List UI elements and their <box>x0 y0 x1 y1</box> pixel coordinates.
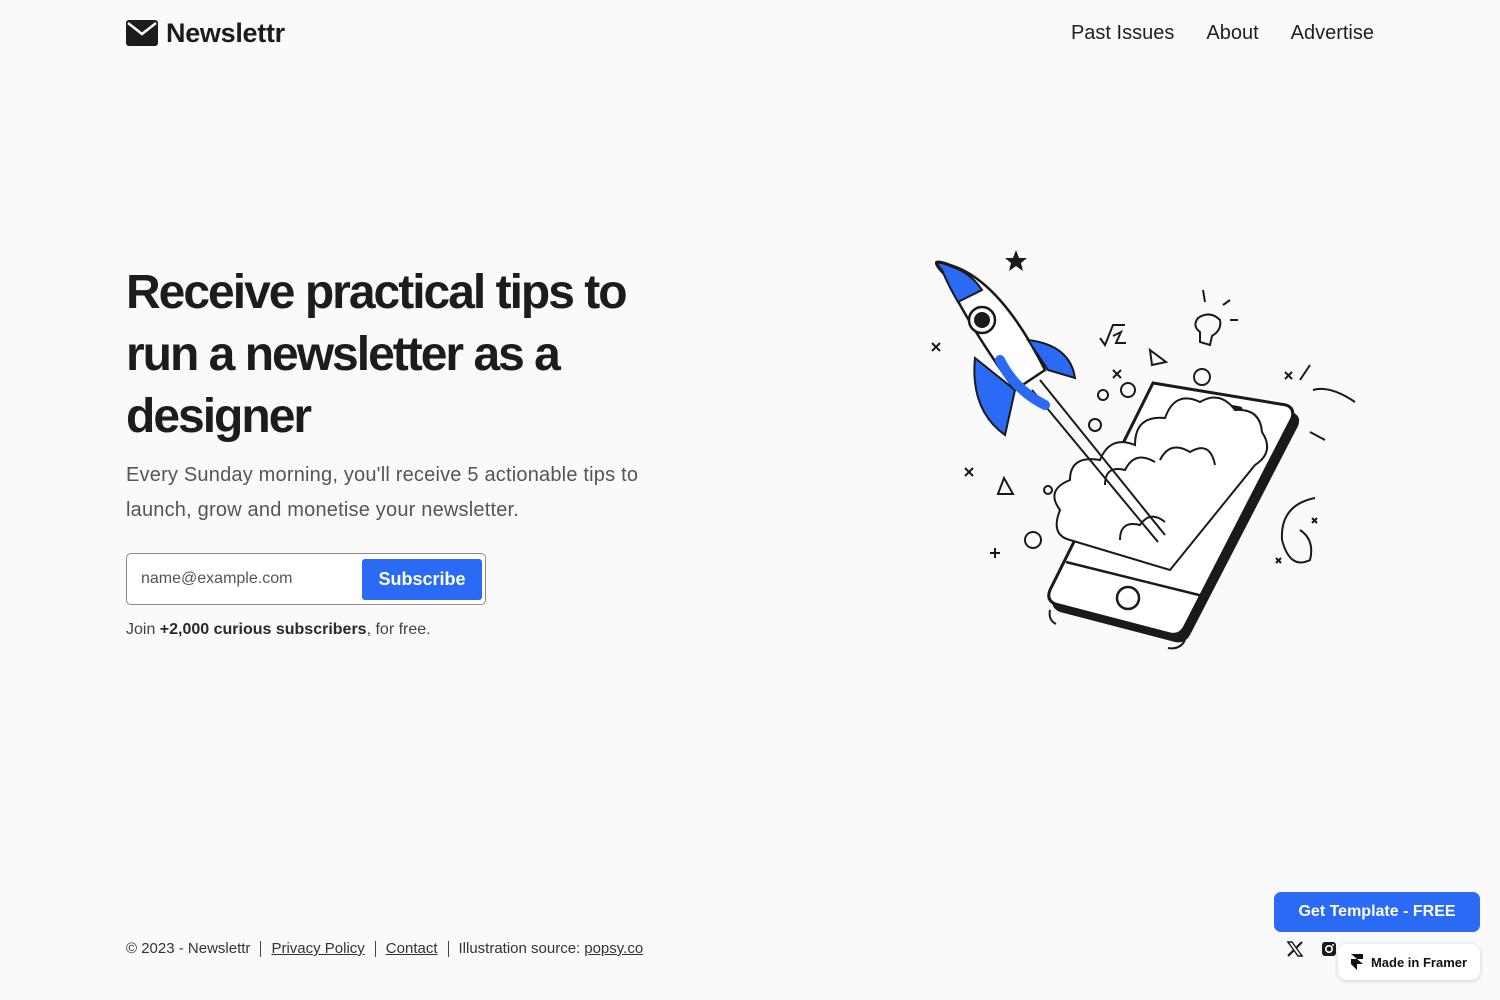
subscribe-form: Subscribe <box>126 553 486 605</box>
join-text: Join +2,000 curious subscribers, for fre… <box>126 621 726 639</box>
join-prefix: Join <box>126 621 160 638</box>
join-suffix: , for free. <box>366 621 431 638</box>
get-template-button[interactable]: Get Template - FREE <box>1274 892 1480 932</box>
main-nav: Past Issues About Advertise <box>1071 22 1374 45</box>
site-header: Newslettr Past Issues About Advertise <box>126 14 1374 52</box>
rocket-phone-illustration <box>931 250 1356 650</box>
made-in-framer-label: Made in Framer <box>1370 954 1468 970</box>
made-in-framer-badge[interactable]: Made in Framer <box>1338 944 1480 980</box>
footer-divider <box>260 940 262 957</box>
instagram-icon[interactable] <box>1320 940 1338 958</box>
privacy-policy-link[interactable]: Privacy Policy <box>271 940 364 957</box>
illustration-source-link[interactable]: popsy.co <box>584 940 643 957</box>
subscriber-count: +2,000 curious subscribers <box>159 621 367 638</box>
social-links <box>1286 940 1338 958</box>
site-footer: © 2023 - Newslettr Privacy Policy Contac… <box>126 940 643 957</box>
hero-section: Receive practical tips to run a newslett… <box>126 262 726 639</box>
footer-divider <box>447 940 449 957</box>
framer-icon <box>1350 954 1363 970</box>
subscribe-button[interactable]: Subscribe <box>362 558 482 600</box>
hero-subtitle: Every Sunday morning, you'll receive 5 a… <box>126 464 639 521</box>
envelope-icon <box>126 20 158 46</box>
logo-text: Newslettr <box>166 17 285 48</box>
nav-advertise[interactable]: Advertise <box>1291 22 1374 45</box>
copyright-text: © 2023 - Newslettr <box>126 940 251 957</box>
nav-past-issues[interactable]: Past Issues <box>1071 22 1174 45</box>
rocket-drawing <box>935 260 1077 437</box>
illustration-source-label: Illustration source: <box>458 940 581 957</box>
email-input[interactable] <box>141 570 362 588</box>
hero-title: Receive practical tips to run a newslett… <box>126 266 628 443</box>
footer-divider <box>374 940 376 957</box>
x-icon[interactable] <box>1286 940 1304 958</box>
contact-link[interactable]: Contact <box>386 940 438 957</box>
logo[interactable]: Newslettr <box>126 18 285 49</box>
nav-about[interactable]: About <box>1206 22 1258 45</box>
